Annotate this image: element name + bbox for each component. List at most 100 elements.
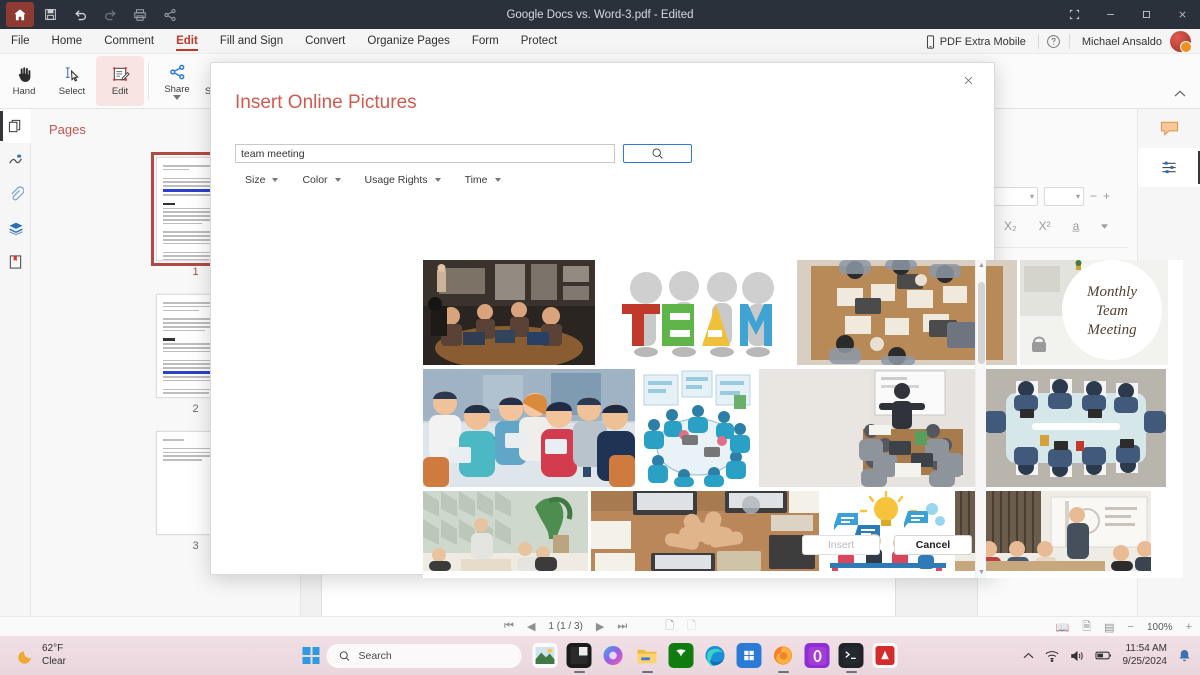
taskbar-app-wallpaper[interactable]	[532, 643, 558, 668]
rail-item-comments[interactable]	[1138, 109, 1200, 148]
result-monthly-team-meeting-lettering[interactable]: Monthly Team Meeting	[1020, 260, 1168, 365]
avatar[interactable]	[1170, 31, 1192, 53]
menu-convert[interactable]: Convert	[294, 29, 356, 54]
taskbar-app-microsoft-store[interactable]	[736, 643, 762, 668]
continuous-page-view-icon[interactable]: 🗋	[687, 617, 696, 636]
book-view-icon[interactable]: 📖	[1056, 621, 1070, 634]
result-round-table-workshop-illustration[interactable]	[638, 369, 756, 487]
share-button[interactable]: Share	[153, 56, 201, 106]
chevron-down-icon[interactable]	[173, 94, 181, 100]
taskbar-search[interactable]: Search	[326, 643, 522, 668]
results-scrollbar[interactable]: ▲ ▼	[975, 260, 986, 578]
chevron-down-icon-color[interactable]	[1101, 223, 1109, 229]
chevron-down-icon-color-filter	[334, 178, 341, 182]
user-name-label[interactable]: Michael Ansaldo	[1074, 36, 1170, 48]
zoom-in-button[interactable]: +	[1186, 621, 1192, 633]
pages-icon	[8, 119, 23, 134]
increase-font-icon[interactable]: +	[1103, 189, 1110, 203]
cancel-button[interactable]: Cancel	[894, 535, 972, 555]
close-icon[interactable]	[1164, 0, 1200, 29]
select-tool-button[interactable]: Select	[48, 56, 96, 106]
taskbar-app-xbox[interactable]	[668, 643, 694, 668]
weather-widget[interactable]: 62°F Clear	[18, 643, 66, 668]
rail-item-pages[interactable]	[0, 109, 31, 143]
share-icon[interactable]	[156, 2, 184, 27]
zoom-out-button[interactable]: −	[1128, 621, 1134, 633]
menu-organize-pages[interactable]: Organize Pages	[356, 29, 460, 54]
text-color-icon[interactable]: a̲	[1073, 219, 1080, 233]
rail-item-layers[interactable]	[0, 211, 31, 245]
taskbar-clock[interactable]: 11:54 AM 9/25/2024	[1123, 643, 1168, 668]
maximize-icon[interactable]	[1128, 0, 1164, 29]
rail-item-bookmarks[interactable]	[0, 245, 31, 279]
search-button[interactable]	[623, 144, 692, 163]
menu-fill-and-sign[interactable]: Fill and Sign	[209, 29, 294, 54]
first-page-icon[interactable]: ⏮	[504, 620, 514, 633]
scroll-down-icon[interactable]: ▼	[976, 567, 987, 578]
dialog-close-icon[interactable]	[958, 70, 978, 90]
result-whiteboard-presentation-photo[interactable]	[759, 369, 981, 487]
edit-tool-button[interactable]: Edit	[96, 56, 144, 106]
result-top-down-conference-table-photo[interactable]	[984, 369, 1166, 487]
result-hands-together-teamwork-photo[interactable]	[591, 491, 819, 571]
rail-item-attachments[interactable]	[0, 177, 31, 211]
result-illustrated-team-discussion[interactable]	[423, 369, 635, 487]
filter-size[interactable]: Size	[235, 171, 292, 189]
pdf-extra-mobile-link[interactable]: PDF Extra Mobile	[918, 34, 1034, 49]
filter-usage-rights[interactable]: Usage Rights	[355, 171, 455, 189]
menu-file[interactable]: File	[0, 29, 41, 54]
taskbar-app-file-explorer[interactable]	[635, 643, 660, 668]
start-button-icon[interactable]	[302, 647, 320, 664]
menu-edit[interactable]: Edit	[165, 29, 209, 54]
font-style-field[interactable]: ▾	[1044, 186, 1084, 206]
search-input[interactable]	[235, 144, 615, 163]
hand-tool-button[interactable]: Hand	[0, 56, 48, 106]
home-icon[interactable]	[6, 2, 34, 27]
page-view-icon[interactable]: 🗎	[1082, 618, 1091, 637]
rail-item-properties[interactable]	[1138, 148, 1200, 187]
notification-bell-icon[interactable]	[1178, 649, 1191, 663]
collapse-ribbon-chevron-icon[interactable]	[1174, 90, 1186, 97]
result-office-lounge-meeting-photo[interactable]	[423, 491, 588, 571]
menu-comment[interactable]: Comment	[93, 29, 165, 54]
reader-view-icon[interactable]: ▤	[1104, 621, 1114, 634]
minimize-icon[interactable]	[1092, 0, 1128, 29]
filter-color[interactable]: Color	[292, 171, 354, 189]
menu-protect[interactable]: Protect	[510, 29, 568, 54]
undo-icon[interactable]	[66, 2, 94, 27]
results-scrollbar-thumb[interactable]	[978, 282, 985, 364]
menu-form[interactable]: Form	[461, 29, 510, 54]
taskbar-app-edge[interactable]	[703, 643, 728, 668]
help-icon[interactable]	[1043, 34, 1065, 49]
result-team-letters-3d-clipart[interactable]	[598, 260, 794, 365]
battery-icon[interactable]	[1094, 650, 1112, 661]
taskbar-app-terminal[interactable]	[838, 643, 864, 668]
redo-icon[interactable]	[96, 2, 124, 27]
taskbar-app-firefox[interactable]	[771, 643, 796, 668]
volume-icon[interactable]	[1070, 650, 1084, 662]
fullscreen-icon[interactable]	[1056, 0, 1092, 29]
result-conference-room-meeting-photo[interactable]	[423, 260, 595, 365]
subscript-icon[interactable]: X₂	[1004, 219, 1017, 233]
menu-home[interactable]: Home	[41, 29, 94, 54]
decrease-font-icon[interactable]: −	[1090, 189, 1097, 203]
taskbar-app-copilot[interactable]	[601, 643, 626, 668]
taskbar-app-file-explorer-legacy[interactable]	[566, 643, 592, 668]
single-page-view-icon[interactable]: 🗋	[665, 617, 674, 636]
rail-item-signature[interactable]	[0, 143, 31, 177]
next-page-icon[interactable]: ▶	[596, 620, 604, 633]
result-idea-bulb-team-illustration[interactable]	[822, 491, 952, 571]
save-icon[interactable]	[36, 2, 64, 27]
taskbar-app-opera[interactable]	[804, 643, 830, 668]
chevron-up-icon[interactable]	[1023, 652, 1034, 659]
scroll-up-icon[interactable]: ▲	[976, 260, 987, 271]
wifi-icon[interactable]	[1045, 650, 1059, 662]
insert-button[interactable]: Insert	[802, 535, 880, 555]
superscript-icon[interactable]: X²	[1039, 219, 1051, 233]
filter-time[interactable]: Time	[455, 171, 515, 189]
zoom-level-label[interactable]: 100%	[1147, 622, 1173, 633]
print-icon[interactable]	[126, 2, 154, 27]
taskbar-app-pdf-extra[interactable]	[872, 643, 898, 668]
last-page-icon[interactable]: ⏭	[617, 620, 627, 633]
previous-page-icon[interactable]: ◀	[527, 620, 535, 633]
